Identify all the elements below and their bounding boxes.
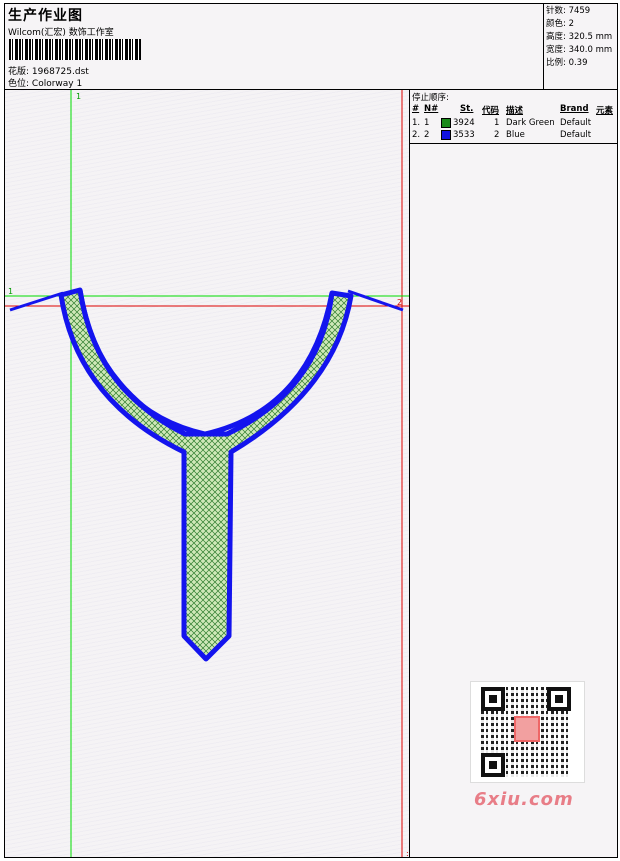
page-title: 生产作业图 [8,8,83,24]
row-number: 1 [424,118,430,128]
company-name: Wilcom(汇宏) 数饰工作室 [8,28,114,38]
stop-sequence-table: 停止顺序: # N# St. 代码 描述 Brand 元素 1. 1 3924 … [410,90,617,144]
row-number: 2 [424,130,430,140]
col-header-desc: 描述 [506,106,524,116]
fork-shape [58,287,354,662]
barcode [9,39,141,60]
color-swatch-green [441,118,451,128]
colorway-value: Colorway 1 [31,79,83,89]
stat-height: 高度: 320.5 mm [546,32,613,42]
qr-eye [481,687,505,711]
row-index: 2. [412,130,421,140]
watermark-text: 6xiu.com [474,789,574,810]
col-header-number: N# [424,104,439,114]
row-code: 3533 [453,130,475,140]
qr-eye [547,687,571,711]
stats-box: 针数: 7459 颜色: 2 高度: 320.5 mm 宽度: 340.0 mm… [543,4,617,89]
stat-stitches: 针数: 7459 [546,6,591,16]
col-header-element: 元素 [596,106,614,116]
stop-sequence-title: 停止顺序: [412,93,449,103]
col-header-code: 代码 [482,106,500,116]
row-desc: Dark Green [506,118,555,128]
embroidery-preview: 1 1 2 : [5,90,409,857]
qr-logo-icon [514,716,540,742]
row-stitch: 2 [494,130,500,140]
row-index: 1. [412,118,421,128]
colorway-label: 色位: [8,79,30,89]
design-canvas: 1 1 2 : [5,90,410,857]
stat-width: 宽度: 340.0 mm [546,45,613,55]
colorway-line: 色位: Colorway 1 [8,76,82,89]
col-header-stitch: St. [460,104,474,114]
guide-label-h2: 2 [397,298,402,307]
header: 生产作业图 Wilcom(汇宏) 数饰工作室 花版: 1968725.dst 色… [5,4,617,90]
row-stitch: 1 [494,118,500,128]
qr-eye [481,753,505,777]
fork-inner-arc [77,289,335,437]
guide-label-v1: 1 [76,92,81,101]
row-code: 3924 [453,118,475,128]
col-header-index: # [412,104,420,114]
col-header-brand: Brand [560,104,589,114]
stat-colors: 颜色: 2 [546,19,574,29]
guide-label-h1: 1 [8,287,13,296]
guide-label-bottom: : [406,849,409,857]
row-brand: Default [560,118,592,128]
row-brand: Default [560,130,592,140]
qr-code [470,681,585,783]
stat-scale: 比例: 0.39 [546,58,588,68]
color-swatch-blue [441,130,451,140]
row-desc: Blue [506,130,525,140]
